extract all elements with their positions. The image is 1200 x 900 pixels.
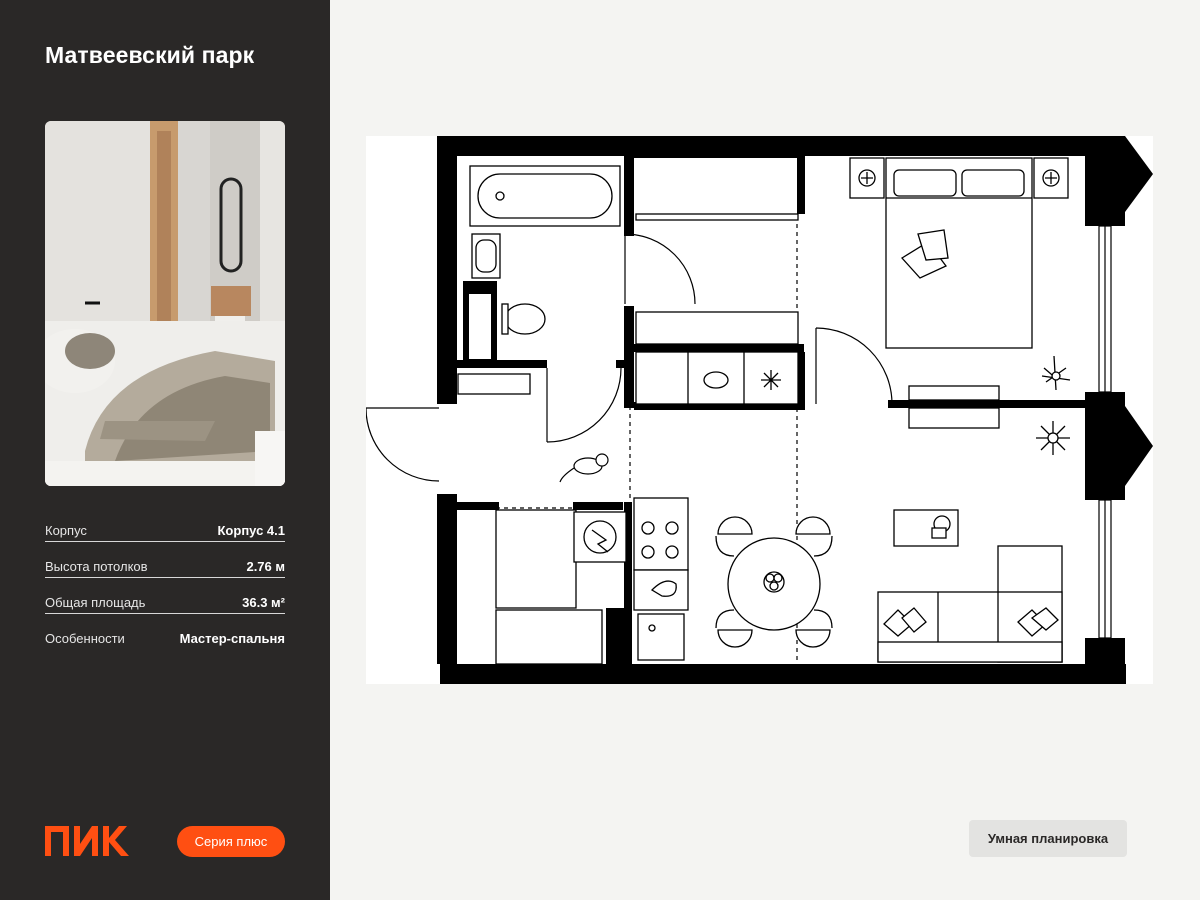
spec-label: Корпус [45, 523, 87, 538]
spec-label: Высота потолков [45, 559, 148, 574]
spec-value: 36.3 м² [242, 595, 285, 610]
spec-row-ceiling-height: Высота потолков 2.76 м [45, 556, 285, 578]
spec-label: Особенности [45, 631, 125, 646]
pik-logo-icon [45, 826, 129, 856]
pik-logo[interactable] [45, 826, 131, 856]
sidebar: Матвеевский парк Корпус Корпус 4.1 Высот… [0, 0, 330, 900]
spec-value: Мастер-спальня [179, 631, 285, 646]
floor-plan [365, 136, 1153, 684]
smart-layout-badge[interactable]: Умная планировка [969, 820, 1127, 857]
series-badge[interactable]: Серия плюс [177, 826, 285, 857]
spec-row-total-area: Общая площадь 36.3 м² [45, 592, 285, 614]
floor-plan-drawing [365, 136, 1153, 684]
spec-row-building: Корпус Корпус 4.1 [45, 520, 285, 542]
specs-list: Корпус Корпус 4.1 Высота потолков 2.76 м… [45, 520, 285, 664]
apartment-photo[interactable] [45, 121, 285, 486]
bedroom-photo-icon [45, 121, 285, 486]
spec-row-features: Особенности Мастер-спальня [45, 628, 285, 650]
spec-value: Корпус 4.1 [217, 523, 286, 538]
project-title: Матвеевский парк [45, 42, 255, 68]
spec-value: 2.76 м [246, 559, 285, 574]
spec-label: Общая площадь [45, 595, 146, 610]
